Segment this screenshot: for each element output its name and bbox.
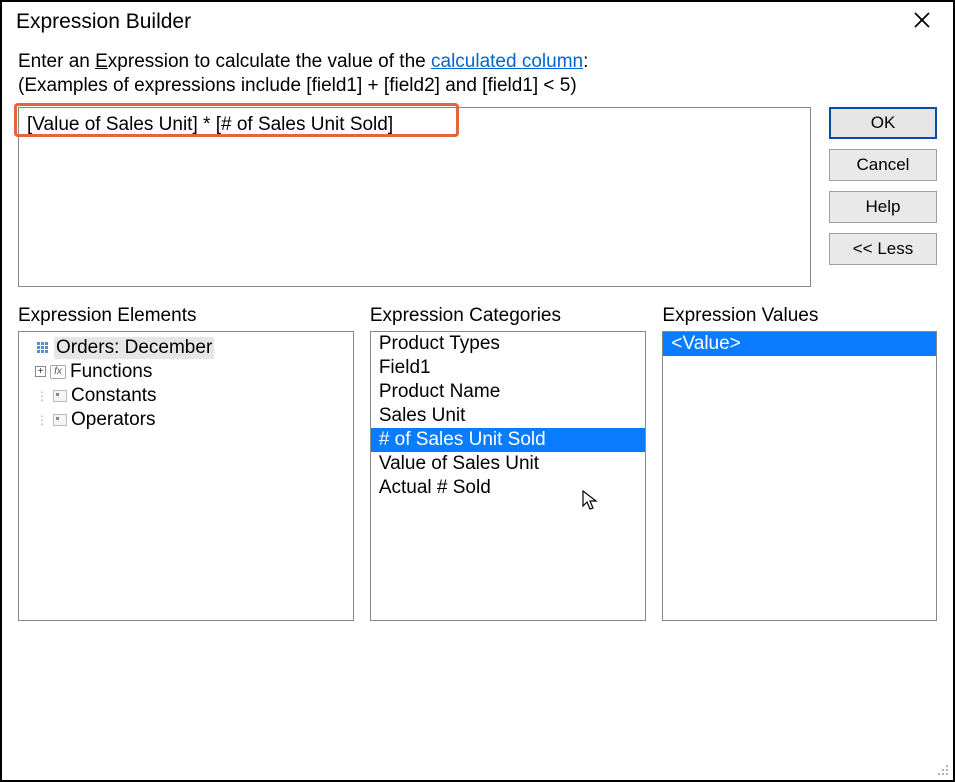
expression-categories-panel: Expression Categories Product TypesField… (370, 305, 647, 621)
less-button[interactable]: << Less (829, 233, 937, 265)
close-button[interactable] (905, 11, 939, 33)
tree-item-operators[interactable]: ⋮ Operators (19, 408, 353, 432)
ok-button[interactable]: OK (829, 107, 937, 139)
expression-elements-panel: Expression Elements Orders: December + f… (18, 305, 354, 621)
expand-icon[interactable]: + (35, 366, 46, 377)
resize-grip[interactable] (933, 760, 949, 776)
table-icon (37, 342, 48, 353)
category-item[interactable]: Field1 (371, 356, 646, 380)
expression-values-panel: Expression Values <Value> (662, 305, 937, 621)
constant-icon (53, 390, 67, 402)
tree-line-icon: ⋮ (35, 389, 49, 403)
expression-elements-label: Expression Elements (18, 305, 354, 327)
window-title: Expression Builder (16, 10, 191, 34)
help-button[interactable]: Help (829, 191, 937, 223)
dialog-content: Enter an Expression to calculate the val… (2, 40, 953, 631)
button-column: OK Cancel Help << Less (829, 107, 937, 265)
examples-text: (Examples of expressions include [field1… (18, 75, 937, 97)
instruction-text: Enter an Expression to calculate the val… (18, 52, 937, 73)
tree-item-functions[interactable]: + fx Functions (19, 360, 353, 384)
expression-categories-label: Expression Categories (370, 305, 647, 327)
expression-categories-list[interactable]: Product TypesField1Product NameSales Uni… (370, 331, 647, 621)
close-icon (913, 11, 931, 29)
tree-item-constants[interactable]: ⋮ Constants (19, 384, 353, 408)
category-item[interactable]: Product Types (371, 332, 646, 356)
value-item[interactable]: <Value> (663, 332, 936, 356)
expression-values-list[interactable]: <Value> (662, 331, 937, 621)
function-icon: fx (50, 365, 66, 379)
category-item[interactable]: Actual # Sold (371, 476, 646, 500)
expression-values-label: Expression Values (662, 305, 937, 327)
calculated-column-link[interactable]: calculated column (431, 51, 583, 72)
cancel-button[interactable]: Cancel (829, 149, 937, 181)
titlebar: Expression Builder (2, 2, 953, 40)
category-item[interactable]: Product Name (371, 380, 646, 404)
tree-root-item[interactable]: Orders: December (19, 336, 353, 360)
tree-line-icon: ⋮ (35, 413, 49, 427)
expression-builder-window: Expression Builder Enter an Expression t… (0, 0, 955, 782)
category-item[interactable]: # of Sales Unit Sold (371, 428, 646, 452)
expression-elements-tree[interactable]: Orders: December + fx Functions ⋮ Consta… (18, 331, 354, 621)
operator-icon (53, 414, 67, 426)
category-item[interactable]: Value of Sales Unit (371, 452, 646, 476)
category-item[interactable]: Sales Unit (371, 404, 646, 428)
expression-input[interactable] (18, 107, 811, 287)
